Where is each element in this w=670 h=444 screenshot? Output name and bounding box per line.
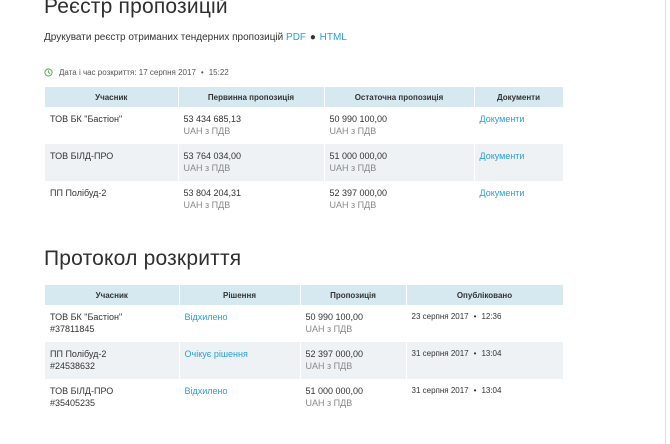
offer-cell: 52 397 000,00 UAH з ПДВ [300, 342, 407, 379]
currency-note: UAH з ПДВ [305, 324, 353, 334]
table-row: ТОВ БІЛД-ПРО #35405235 Відхилено 51 000 0… [45, 379, 564, 416]
currency-note: UAH з ПДВ [305, 361, 353, 371]
published-date: 31 серпня 2017 [411, 386, 469, 395]
participant-code: #37811845 [50, 324, 95, 334]
table-row: ТОВ БК "Бастіон" 53 434 685,13 UAH з ПДВ … [45, 107, 564, 144]
documents-cell: Документи [474, 144, 564, 181]
currency-note: UAH з ПДВ [183, 163, 231, 173]
column-header: Рішення [179, 285, 301, 305]
column-header: Документи [474, 87, 564, 107]
documents-cell: Документи [474, 181, 564, 218]
initial-offer-cell: 53 804 204,31 UAH з ПДВ [178, 181, 325, 218]
open-time-text: 15:22 [208, 68, 229, 77]
documents-link[interactable]: Документи [480, 188, 525, 198]
clock-icon [44, 68, 53, 77]
column-header: Первинна пропозиція [178, 87, 325, 107]
participant-name: ТОВ БК "Бастіон" [50, 312, 123, 322]
table-row: ПП Полібуд-2 53 804 204,31 UAH з ПДВ 52 3… [45, 181, 564, 218]
published-time: 13:04 [481, 349, 502, 358]
participant-cell: ТОВ БК "Бастіон" [45, 107, 179, 144]
table-row: ТОВ БК "Бастіон" #37811845 Відхилено 50 9… [45, 305, 564, 342]
final-offer-cell: 52 397 000,00 UAH з ПДВ [324, 181, 475, 218]
amount: 53 804 204,31 [183, 188, 242, 198]
decision-cell: Відхилено [179, 305, 301, 342]
documents-link[interactable]: Документи [480, 114, 525, 124]
published-time: 13:04 [481, 386, 502, 395]
currency-note: UAH з ПДВ [183, 126, 231, 136]
amount: 51 000 000,00 [305, 386, 364, 396]
column-header: Учасник [45, 87, 179, 107]
published-date: 23 серпня 2017 [411, 312, 469, 321]
initial-offer-cell: 53 434 685,13 UAH з ПДВ [178, 107, 325, 144]
decision-cell: Очікує рішення [179, 342, 301, 379]
published-cell: 31 серпня 2017 • 13:04 [406, 379, 564, 416]
participant-name: ТОВ БІЛД-ПРО [50, 386, 114, 396]
participant-cell: ПП Полібуд-2 #24538632 [45, 342, 180, 379]
print-registry-line: Друкувати реєстр отриманих тендерних про… [44, 32, 347, 43]
table-header-row: Учасник Первинна пропозиція Остаточна пр… [45, 87, 564, 107]
participant-code: #35405235 [50, 398, 96, 408]
page-edge-divider [665, 0, 666, 444]
registry-title: Реєстр пропозицій [44, 0, 228, 18]
column-header: Учасник [45, 285, 180, 305]
bullet-separator: • [473, 312, 477, 321]
participant-name: ПП Полібуд-2 [50, 349, 107, 359]
documents-link[interactable]: Документи [480, 151, 525, 161]
currency-note: UAH з ПДВ [329, 200, 377, 210]
offer-cell: 50 990 100,00 UAH з ПДВ [300, 305, 407, 342]
table-header-row: Учасник Рішення Пропозиція Опубліковано [45, 285, 564, 305]
participant-cell: ТОВ БІЛД-ПРО #35405235 [45, 379, 180, 416]
table-row: ТОВ БІЛД-ПРО 53 764 034,00 UAH з ПДВ 51 0… [45, 144, 564, 181]
protocol-table: Учасник Рішення Пропозиція Опубліковано … [45, 285, 564, 416]
tender-page: Реєстр пропозицій Друкувати реєстр отрим… [0, 0, 670, 444]
bullet-separator: ● [309, 32, 316, 43]
decision-link[interactable]: Очікує рішення [185, 349, 248, 359]
amount: 53 434 685,13 [183, 114, 242, 124]
participant-cell: ПП Полібуд-2 [45, 181, 179, 218]
final-offer-cell: 51 000 000,00 UAH з ПДВ [324, 144, 475, 181]
decision-cell: Відхилено [179, 379, 301, 416]
open-date-line: Дата і час розкриття: 17 серпня 2017 • 1… [44, 68, 229, 77]
participant-cell: ТОВ БК "Бастіон" #37811845 [45, 305, 180, 342]
amount: 52 397 000,00 [329, 188, 388, 198]
registry-table: Учасник Первинна пропозиція Остаточна пр… [45, 87, 564, 218]
column-header: Остаточна пропозиція [324, 87, 475, 107]
column-header: Опубліковано [406, 285, 564, 305]
print-pdf-link[interactable]: PDF [286, 32, 306, 43]
bullet-separator: • [473, 349, 477, 358]
final-offer-cell: 50 990 100,00 UAH з ПДВ [324, 107, 475, 144]
bullet-separator: • [200, 68, 204, 77]
decision-link[interactable]: Відхилено [185, 386, 228, 396]
published-cell: 23 серпня 2017 • 12:36 [406, 305, 564, 342]
published-cell: 31 серпня 2017 • 13:04 [406, 342, 564, 379]
protocol-title: Протокол розкриття [44, 247, 242, 270]
documents-cell: Документи [474, 107, 564, 144]
initial-offer-cell: 53 764 034,00 UAH з ПДВ [178, 144, 325, 181]
open-date-text: Дата і час розкриття: 17 серпня 2017 [59, 68, 196, 77]
print-registry-text: Друкувати реєстр отриманих тендерних про… [44, 32, 284, 43]
bullet-separator: • [473, 386, 477, 395]
amount: 51 000 000,00 [329, 151, 388, 161]
currency-note: UAH з ПДВ [329, 126, 377, 136]
published-time: 12:36 [481, 312, 502, 321]
participant-cell: ТОВ БІЛД-ПРО [45, 144, 179, 181]
amount: 52 397 000,00 [305, 349, 364, 359]
offer-cell: 51 000 000,00 UAH з ПДВ [300, 379, 407, 416]
decision-link[interactable]: Відхилено [185, 312, 228, 322]
amount: 50 990 100,00 [329, 114, 388, 124]
column-header: Пропозиція [300, 285, 407, 305]
print-html-link[interactable]: HTML [320, 32, 347, 43]
table-row: ПП Полібуд-2 #24538632 Очікує рішення 52 … [45, 342, 564, 379]
currency-note: UAH з ПДВ [183, 200, 231, 210]
participant-code: #24538632 [50, 361, 96, 371]
currency-note: UAH з ПДВ [329, 163, 377, 173]
amount: 50 990 100,00 [305, 312, 364, 322]
published-date: 31 серпня 2017 [411, 349, 469, 358]
currency-note: UAH з ПДВ [305, 398, 353, 408]
amount: 53 764 034,00 [183, 151, 242, 161]
